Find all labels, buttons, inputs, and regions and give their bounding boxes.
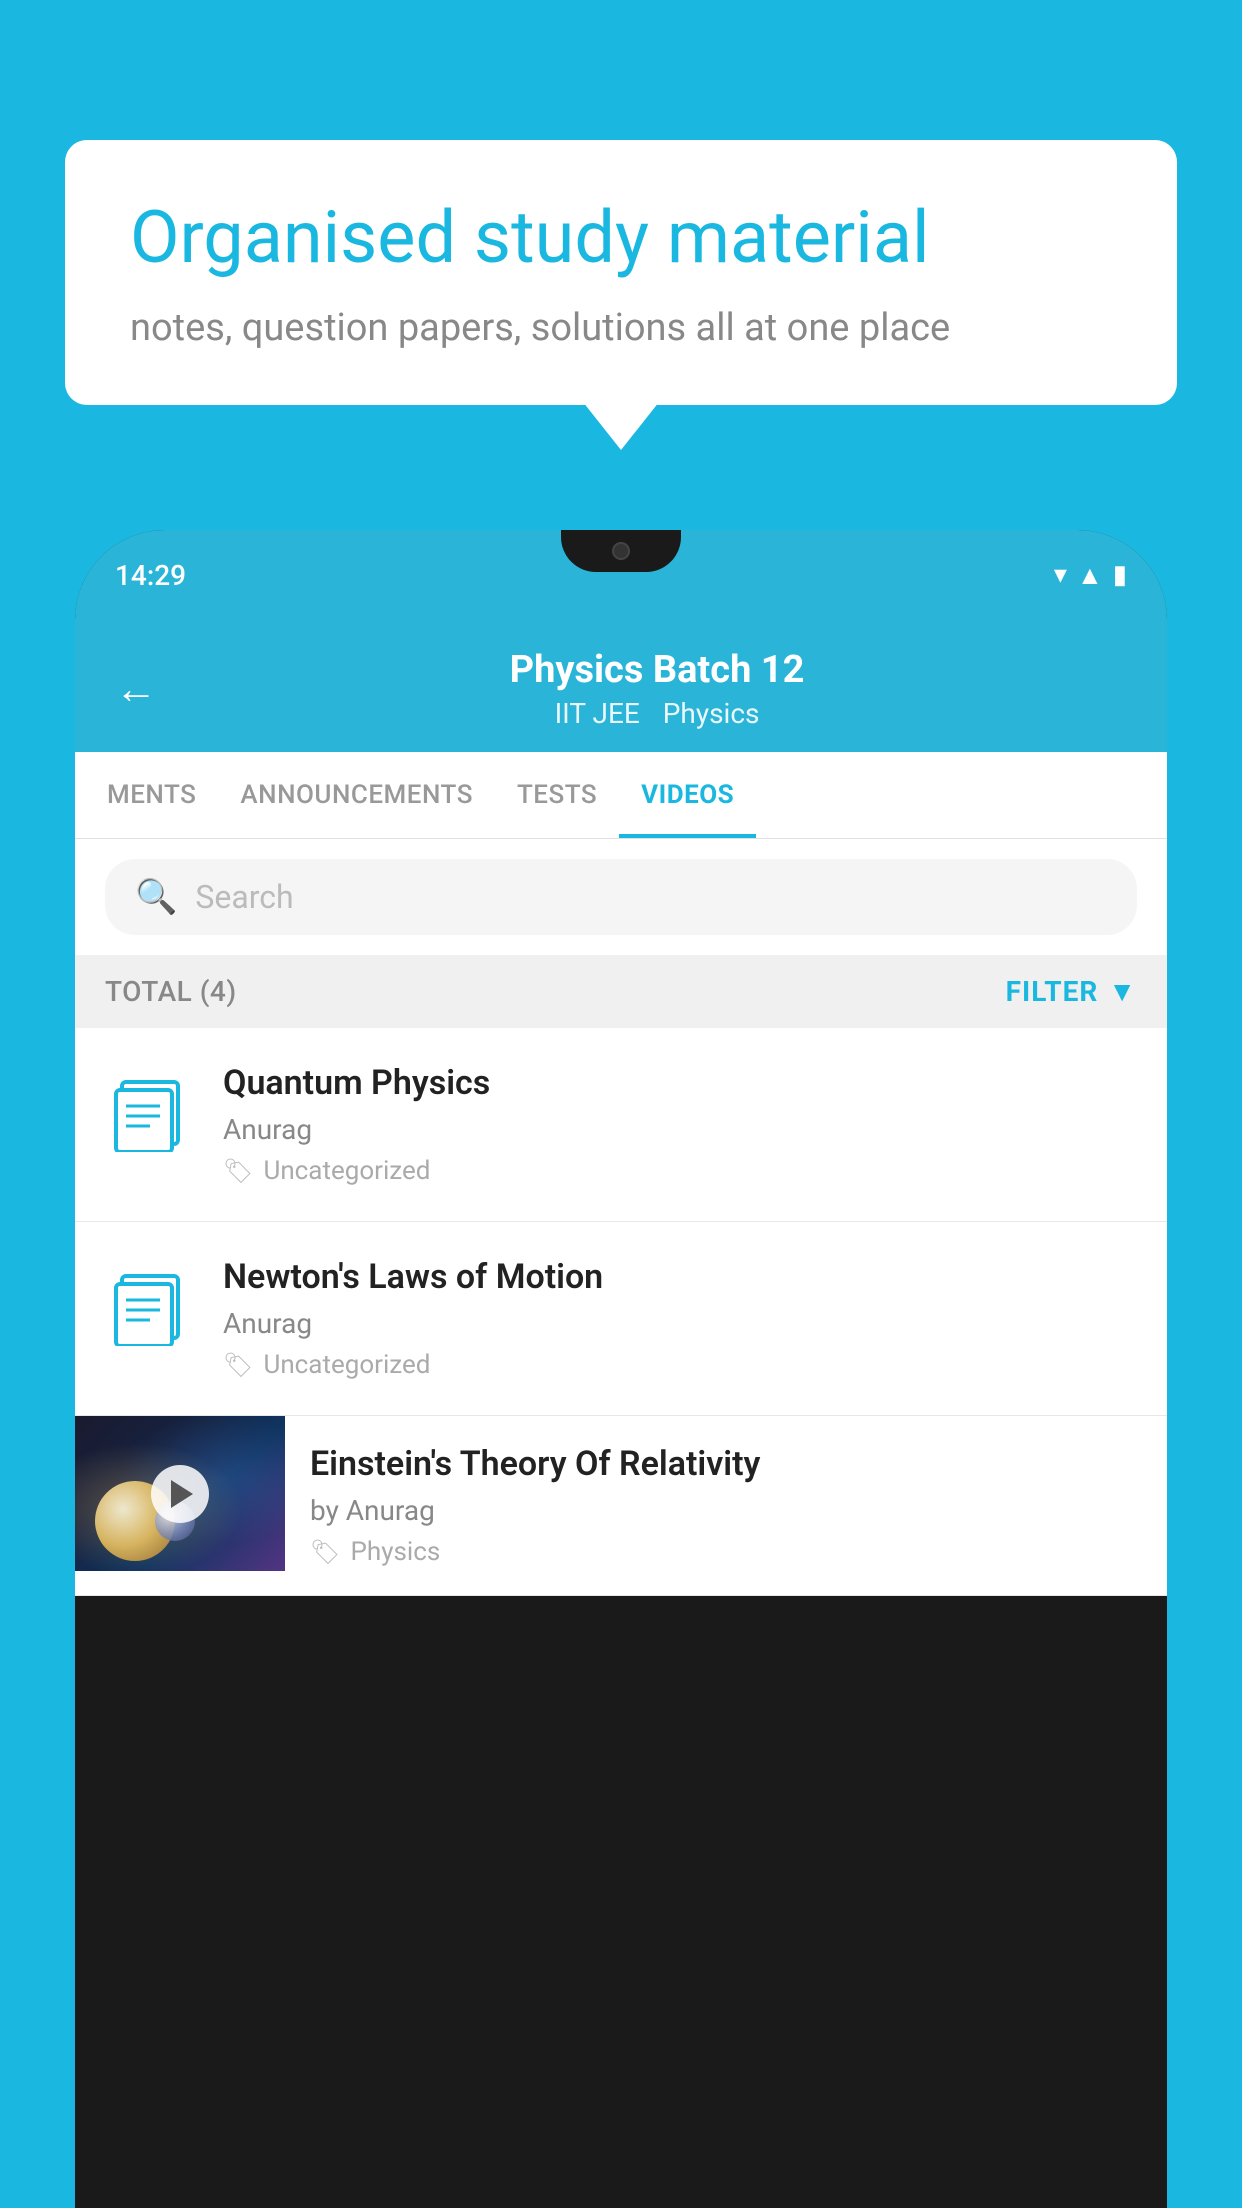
item-author: Anurag xyxy=(223,1307,1137,1340)
back-button[interactable]: ← xyxy=(115,665,157,714)
filter-label: FILTER xyxy=(1006,975,1099,1008)
filter-icon: ▼ xyxy=(1108,975,1137,1008)
speech-bubble: Organised study material notes, question… xyxy=(65,140,1177,405)
search-container: 🔍 Search xyxy=(75,839,1167,955)
batch-subtitle: IIT JEE Physics xyxy=(187,697,1127,730)
phone-notch xyxy=(561,530,681,572)
total-count: TOTAL (4) xyxy=(105,975,237,1008)
tab-ments[interactable]: MENTS xyxy=(85,752,218,838)
item-author: Anurag xyxy=(223,1113,1137,1146)
filter-bar: TOTAL (4) FILTER ▼ xyxy=(75,955,1167,1028)
list-item[interactable]: Newton's Laws of Motion Anurag 🏷 Uncateg… xyxy=(75,1222,1167,1416)
video-list-item[interactable]: Einstein's Theory Of Relativity by Anura… xyxy=(75,1416,1167,1596)
wifi-icon: ▾ xyxy=(1054,560,1067,590)
item-title: Newton's Laws of Motion xyxy=(223,1257,1137,1297)
phone-device: 14:29 ▾ ▲ ▮ ← Physics Batch 12 IIT JEE P… xyxy=(75,530,1167,2208)
play-button[interactable] xyxy=(151,1465,209,1523)
tag-label: Uncategorized xyxy=(263,1156,430,1186)
status-time: 14:29 xyxy=(115,559,186,592)
video-author: by Anurag xyxy=(310,1494,1142,1527)
tab-videos[interactable]: VIDEOS xyxy=(619,752,756,838)
search-icon: 🔍 xyxy=(135,877,177,917)
signal-icon: ▲ xyxy=(1077,560,1103,591)
app-header: ← Physics Batch 12 IIT JEE Physics xyxy=(75,620,1167,752)
video-tag: 🏷 Physics xyxy=(310,1537,1142,1567)
battery-icon: ▮ xyxy=(1113,560,1127,590)
tag-label: Uncategorized xyxy=(263,1350,430,1380)
list-item[interactable]: Quantum Physics Anurag 🏷 Uncategorized xyxy=(75,1028,1167,1222)
video-content: Einstein's Theory Of Relativity by Anura… xyxy=(285,1416,1167,1595)
videos-list: Quantum Physics Anurag 🏷 Uncategorized xyxy=(75,1028,1167,1596)
item-content: Newton's Laws of Motion Anurag 🏷 Uncateg… xyxy=(223,1257,1137,1380)
tag-label: Physics xyxy=(350,1537,440,1567)
tab-announcements[interactable]: ANNOUNCEMENTS xyxy=(218,752,495,838)
item-icon-container xyxy=(105,1068,195,1158)
search-input[interactable]: Search xyxy=(195,878,293,916)
item-tag: 🏷 Uncategorized xyxy=(223,1156,1137,1186)
tag-icon: 🏷 xyxy=(223,1157,253,1185)
front-camera xyxy=(612,542,630,560)
tag-icon: 🏷 xyxy=(310,1538,340,1566)
status-bar: 14:29 ▾ ▲ ▮ xyxy=(75,530,1167,620)
search-bar[interactable]: 🔍 Search xyxy=(105,859,1137,935)
item-title: Quantum Physics xyxy=(223,1063,1137,1103)
bubble-subtitle: notes, question papers, solutions all at… xyxy=(130,306,1112,350)
folder-icon xyxy=(114,1074,186,1152)
tag-icon: 🏷 xyxy=(223,1351,253,1379)
header-center: Physics Batch 12 IIT JEE Physics xyxy=(187,648,1127,730)
batch-title: Physics Batch 12 xyxy=(187,648,1127,692)
tab-tests[interactable]: TESTS xyxy=(495,752,619,838)
folder-icon xyxy=(114,1268,186,1346)
item-tag: 🏷 Uncategorized xyxy=(223,1350,1137,1380)
batch-subject: Physics xyxy=(663,697,760,730)
item-content: Quantum Physics Anurag 🏷 Uncategorized xyxy=(223,1063,1137,1186)
video-thumbnail xyxy=(75,1416,285,1571)
bubble-title: Organised study material xyxy=(130,195,1112,281)
status-icons: ▾ ▲ ▮ xyxy=(1054,560,1127,591)
batch-category: IIT JEE xyxy=(555,697,640,730)
play-icon xyxy=(171,1480,193,1508)
tabs-container: MENTS ANNOUNCEMENTS TESTS VIDEOS xyxy=(75,752,1167,839)
video-title: Einstein's Theory Of Relativity xyxy=(310,1444,1142,1484)
item-icon-container xyxy=(105,1262,195,1352)
filter-button[interactable]: FILTER ▼ xyxy=(1006,975,1137,1008)
speech-bubble-container: Organised study material notes, question… xyxy=(65,140,1177,405)
